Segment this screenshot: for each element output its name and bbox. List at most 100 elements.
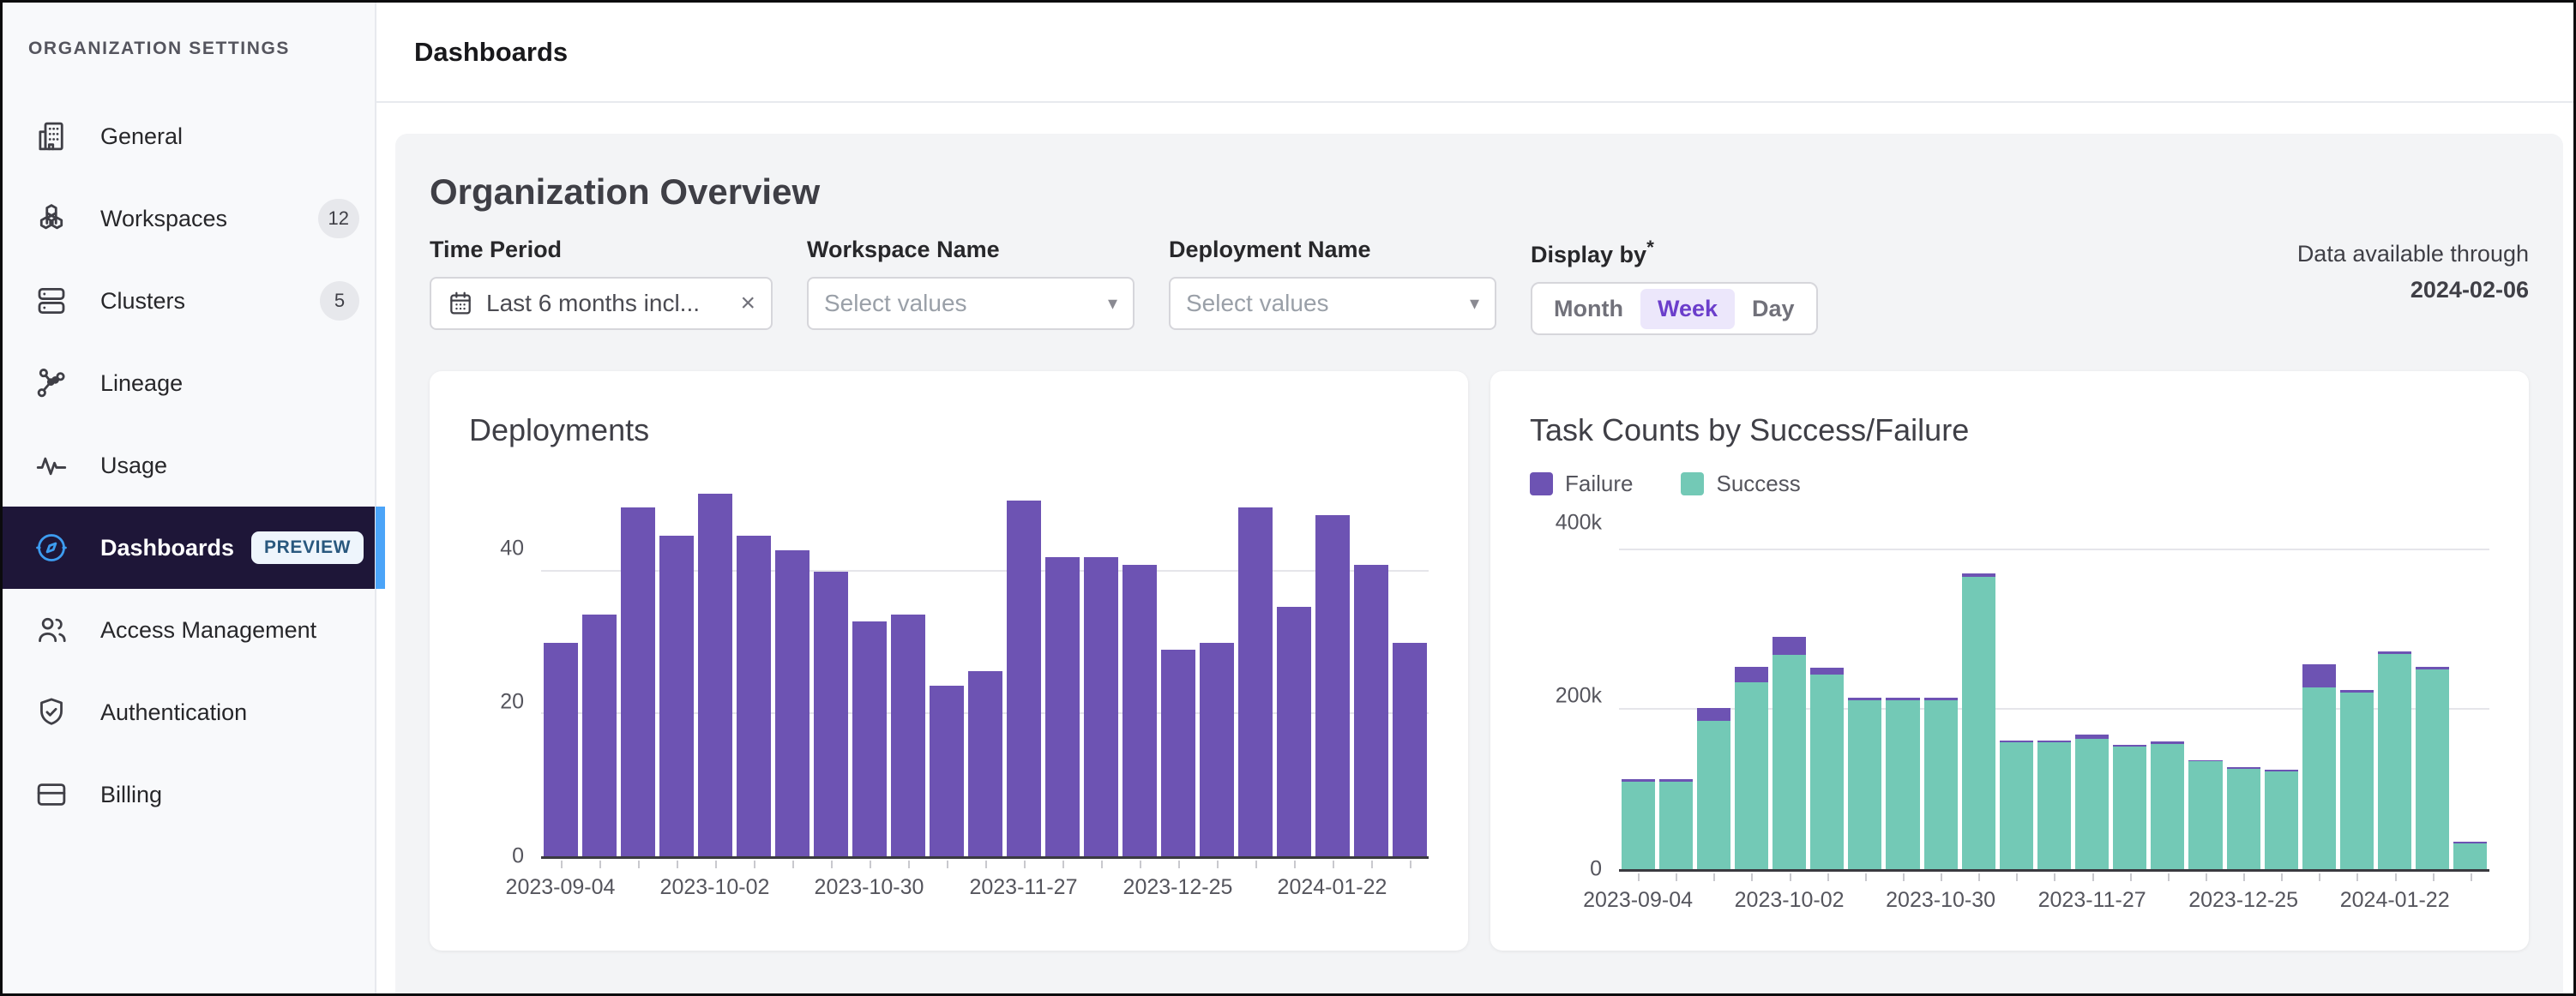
legend-item-success[interactable]: Success [1681,471,1800,497]
bar-2023-10-02[interactable] [1773,526,1806,869]
deployments-chart: 02040 2023-09-042023-10-022023-10-302023… [469,448,1429,904]
bar-segment [891,615,925,856]
bar-2023-11-13[interactable] [930,479,964,856]
workspace-label: Workspace Name [807,237,1135,263]
bar-2024-01-15[interactable] [1277,479,1311,856]
sidebar-item-general[interactable]: General [3,95,375,177]
legend-chip [1530,472,1553,495]
bar-2024-02-05[interactable] [2453,526,2487,869]
legend-chip [1681,472,1704,495]
bar-2024-01-15[interactable] [2340,526,2374,869]
bar-2023-09-11[interactable] [582,479,617,856]
task-counts-chart: 0200k400k 2023-09-042023-10-022023-10-30… [1530,497,2489,917]
display-by-label: Display by* [1531,237,1818,268]
time-period-input[interactable]: Last 6 months incl... × [430,277,773,330]
deployment-label: Deployment Name [1169,237,1496,263]
plot-area [1619,526,2489,869]
bar-2023-11-06[interactable] [1962,526,1995,869]
deployments-card: Deployments 02040 2023-09-042023-10-0220… [430,371,1468,951]
bar-segment [1084,557,1118,856]
calendar-icon [447,290,474,317]
bar-segment [1659,782,1693,869]
bar-2023-10-16[interactable] [775,479,810,856]
y-axis: 02040 [469,448,541,856]
sidebar-section-title: ORGANIZATION SETTINGS [28,39,375,59]
display-by-week-button[interactable]: Week [1640,289,1735,329]
bar-2023-09-18[interactable] [621,479,655,856]
bar-segment [814,572,848,856]
bar-2024-02-05[interactable] [1393,479,1427,856]
bar-2023-12-11[interactable] [1084,479,1118,856]
sidebar-item-workspaces[interactable]: Workspaces12 [3,177,375,260]
bar-segment [1886,700,1919,869]
bar-2023-10-30[interactable] [1924,526,1958,869]
bar-2023-09-04[interactable] [544,479,578,856]
bar-segment [1697,721,1730,869]
bar-2023-09-11[interactable] [1659,526,1693,869]
bar-segment [737,536,771,856]
x-tick-label: 2023-10-02 [660,875,770,900]
bar-segment [1810,675,1844,869]
bar-2023-11-13[interactable] [2000,526,2033,869]
bar-2024-01-01[interactable] [2265,526,2298,869]
bar-2024-01-08[interactable] [1238,479,1273,856]
bar-2023-10-30[interactable] [852,479,887,856]
bar-2023-12-04[interactable] [1045,479,1080,856]
bar-2024-01-29[interactable] [1354,479,1388,856]
bar-2023-10-09[interactable] [1810,526,1844,869]
sidebar-item-clusters[interactable]: Clusters5 [3,260,375,342]
bar-2023-10-09[interactable] [737,479,771,856]
bar-2023-12-11[interactable] [2151,526,2184,869]
bars-container [1619,526,2489,869]
bar-2023-11-20[interactable] [2037,526,2071,869]
bar-2023-12-25[interactable] [1161,479,1195,856]
bar-segment [852,621,887,856]
y-tick-label: 40 [500,536,524,561]
bar-2023-09-04[interactable] [1622,526,1655,869]
bar-2023-10-23[interactable] [814,479,848,856]
bar-segment [2000,742,2033,869]
bar-2023-11-20[interactable] [968,479,1002,856]
bar-2024-01-01[interactable] [1200,479,1234,856]
bar-2023-11-27[interactable] [2075,526,2109,869]
bar-2023-10-23[interactable] [1886,526,1919,869]
bar-2023-12-25[interactable] [2227,526,2260,869]
bar-2023-10-16[interactable] [1848,526,1881,869]
cubes-icon [33,201,69,237]
sidebar-item-authentication[interactable]: Authentication [3,671,375,753]
display-by-day-button[interactable]: Day [1735,289,1812,329]
y-tick-label: 20 [500,690,524,715]
deployment-select[interactable]: Select values ▾ [1169,277,1496,330]
bar-2023-10-02[interactable] [698,479,732,856]
legend-item-failure[interactable]: Failure [1530,471,1633,497]
x-tick-label: 2023-11-27 [2038,888,2146,913]
sidebar-item-lineage[interactable]: Lineage [3,342,375,424]
sidebar-item-dashboards[interactable]: DashboardsPREVIEW [3,507,375,589]
bar-2023-09-25[interactable] [659,479,694,856]
bar-2023-11-27[interactable] [1007,479,1041,856]
y-tick-label: 0 [1590,857,1602,882]
display-by-month-button[interactable]: Month [1537,289,1640,329]
bar-2024-01-29[interactable] [2416,526,2449,869]
bar-segment [1045,557,1080,856]
sidebar-item-billing[interactable]: Billing [3,753,375,836]
bar-segment [1848,700,1881,869]
clear-time-period-button[interactable]: × [740,291,755,316]
bar-2023-12-04[interactable] [2113,526,2146,869]
sidebar-item-usage[interactable]: Usage [3,424,375,507]
bar-2024-01-22[interactable] [2378,526,2411,869]
bar-2023-09-25[interactable] [1735,526,1768,869]
bar-2024-01-08[interactable] [2302,526,2336,869]
bar-segment [1924,700,1958,869]
deployment-filter: Deployment Name Select values ▾ [1169,237,1496,330]
x-tick-label: 2023-09-04 [1583,888,1693,913]
sidebar-item-access-management[interactable]: Access Management [3,589,375,671]
sidebar: ORGANIZATION SETTINGS GeneralWorkspaces1… [3,3,376,993]
bar-2023-11-06[interactable] [891,479,925,856]
bar-segment [544,643,578,856]
bar-2023-12-18[interactable] [1122,479,1157,856]
bar-2023-09-18[interactable] [1697,526,1730,869]
workspace-select[interactable]: Select values ▾ [807,277,1135,330]
bar-2024-01-22[interactable] [1315,479,1350,856]
bar-2023-12-18[interactable] [2188,526,2222,869]
